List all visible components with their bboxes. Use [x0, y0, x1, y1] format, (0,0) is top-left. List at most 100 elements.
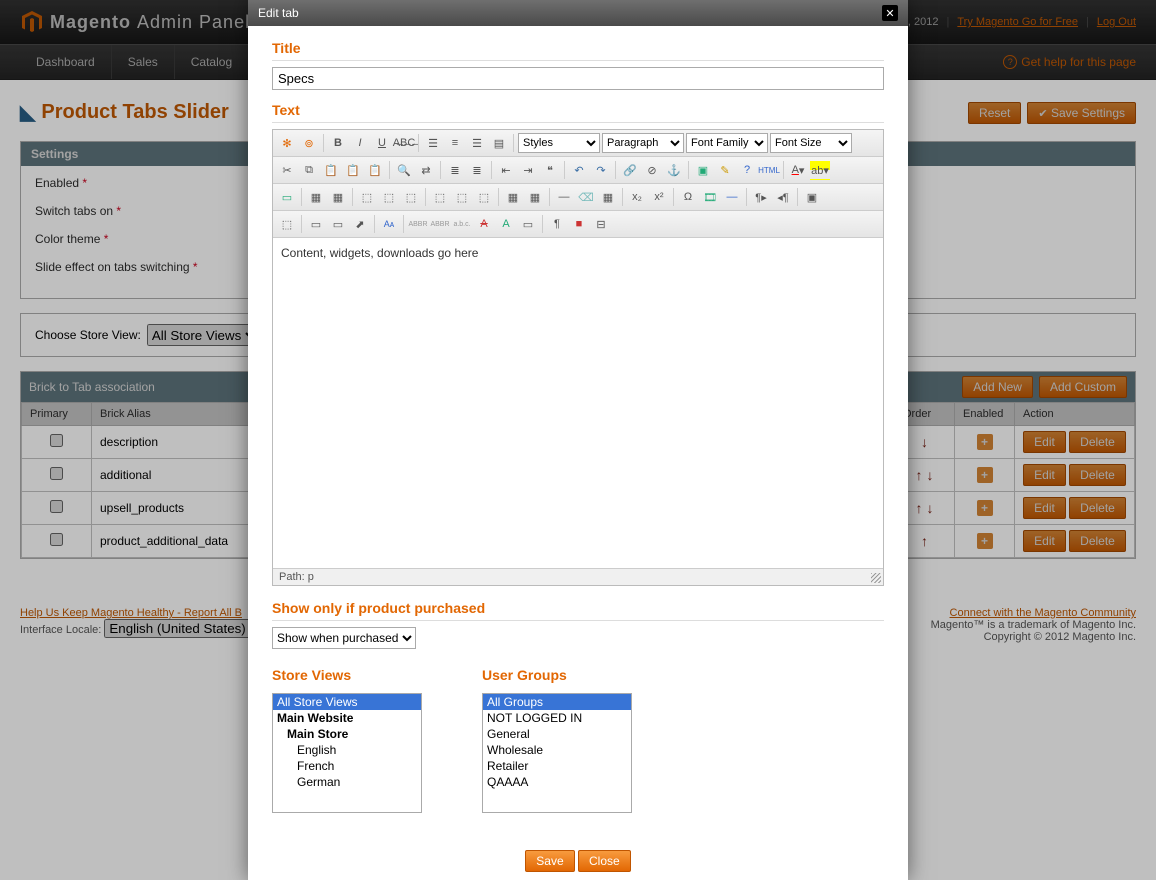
merge-cells-icon[interactable]: ▦	[503, 187, 523, 207]
subscript-icon[interactable]: x₂	[627, 187, 647, 207]
modal-save-button[interactable]: Save	[525, 850, 574, 872]
editor-path: Path: p	[273, 568, 883, 585]
editor-content[interactable]: Content, widgets, downloads go here	[273, 238, 883, 568]
visual-aid-icon[interactable]: ▦	[598, 187, 618, 207]
col-after-icon[interactable]: ⬚	[452, 187, 472, 207]
variable-icon[interactable]: ⊚	[299, 133, 319, 153]
align-left-icon[interactable]: ☰	[423, 133, 443, 153]
row-after-icon[interactable]: ⬚	[379, 187, 399, 207]
html-source-icon[interactable]: HTML	[759, 160, 779, 180]
anchor-icon[interactable]: ⚓	[664, 160, 684, 180]
close-icon[interactable]: ✕	[882, 5, 898, 21]
align-right-icon[interactable]: ☰	[467, 133, 487, 153]
acronym-icon[interactable]: a.b.c.	[452, 214, 472, 234]
list-item[interactable]: QAAAA	[483, 774, 631, 790]
outdent-icon[interactable]: ⇤	[496, 160, 516, 180]
forecolor-icon[interactable]: A▾	[788, 160, 808, 180]
widget-icon[interactable]: ✻	[277, 133, 297, 153]
redo-icon[interactable]: ↷	[591, 160, 611, 180]
col-delete-icon[interactable]: ⬚	[474, 187, 494, 207]
image-icon[interactable]: ▣	[693, 160, 713, 180]
blockquote-icon[interactable]: ❝	[540, 160, 560, 180]
list-item[interactable]: General	[483, 726, 631, 742]
replace-icon[interactable]: ⇄	[416, 160, 436, 180]
remove-format-icon[interactable]: ⌫	[576, 187, 596, 207]
abbr-icon[interactable]: ABBR	[430, 214, 450, 234]
fullscreen-icon[interactable]: ▣	[802, 187, 822, 207]
list-item[interactable]: Main Website	[273, 710, 421, 726]
font-size-select[interactable]: Font Size	[770, 133, 852, 153]
resize-grip-icon[interactable]	[871, 573, 881, 583]
layer-forward-icon[interactable]: ▭	[306, 214, 326, 234]
align-center-icon[interactable]: ≡	[445, 133, 465, 153]
unlink-icon[interactable]: ⊘	[642, 160, 662, 180]
attribs-icon[interactable]: ▭	[518, 214, 538, 234]
special-char-icon[interactable]: Ω	[678, 187, 698, 207]
backcolor-icon[interactable]: ab▾	[810, 160, 830, 180]
paste-icon[interactable]: 📋	[321, 160, 341, 180]
paste-text-icon[interactable]: 📋	[343, 160, 363, 180]
list-item[interactable]: All Groups	[483, 694, 631, 710]
list-item[interactable]: English	[273, 742, 421, 758]
number-list-icon[interactable]: ≣	[467, 160, 487, 180]
help-icon[interactable]: ?	[737, 160, 757, 180]
select-all-icon[interactable]: ⬚	[277, 214, 297, 234]
modal-title: Edit tab	[258, 6, 299, 20]
list-item[interactable]: Retailer	[483, 758, 631, 774]
layer-icon[interactable]: ▭	[277, 187, 297, 207]
layer-abs-icon[interactable]: ⬈	[350, 214, 370, 234]
cleanup-icon[interactable]: ✎	[715, 160, 735, 180]
visualchars-icon[interactable]: ¶	[547, 214, 567, 234]
find-icon[interactable]: 🔍	[394, 160, 414, 180]
styles-select[interactable]: Styles	[518, 133, 600, 153]
list-item[interactable]: Main Store	[273, 726, 421, 742]
split-cells-icon[interactable]: ▦	[525, 187, 545, 207]
layer-backward-icon[interactable]: ▭	[328, 214, 348, 234]
list-item[interactable]: NOT LOGGED IN	[483, 710, 631, 726]
list-item[interactable]: German	[273, 774, 421, 790]
row-before-icon[interactable]: ⬚	[357, 187, 377, 207]
cut-icon[interactable]: ✂	[277, 160, 297, 180]
align-justify-icon[interactable]: ▤	[489, 133, 509, 153]
toolbar-row-2: ✂ ⧉ 📋 📋 📋 🔍 ⇄ ≣ ≣ ⇤ ⇥ ❝ ↶ ↷ 🔗	[273, 157, 883, 184]
section-text: Text	[272, 102, 884, 123]
link-icon[interactable]: 🔗	[620, 160, 640, 180]
media-icon[interactable]: 🎞	[700, 187, 720, 207]
italic-icon[interactable]: I	[350, 133, 370, 153]
list-item[interactable]: All Store Views	[273, 694, 421, 710]
bullet-list-icon[interactable]: ≣	[445, 160, 465, 180]
ins-icon[interactable]: A	[496, 214, 516, 234]
pagebreak-icon[interactable]: ⊟	[591, 214, 611, 234]
list-item[interactable]: French	[273, 758, 421, 774]
undo-icon[interactable]: ↶	[569, 160, 589, 180]
purchased-select[interactable]: Show when purchased	[272, 627, 416, 649]
table-props-icon[interactable]: ▦	[328, 187, 348, 207]
modal-close-button[interactable]: Close	[578, 850, 631, 872]
section-user-groups: User Groups	[482, 667, 632, 687]
styleprops-icon[interactable]: Aᴀ	[379, 214, 399, 234]
ltr-icon[interactable]: ¶▸	[751, 187, 771, 207]
underline-icon[interactable]: U	[372, 133, 392, 153]
indent-icon[interactable]: ⇥	[518, 160, 538, 180]
bold-icon[interactable]: B	[328, 133, 348, 153]
font-family-select[interactable]: Font Family	[686, 133, 768, 153]
advhr-icon[interactable]: —	[722, 187, 742, 207]
table-icon[interactable]: ▦	[306, 187, 326, 207]
del-icon[interactable]: A	[474, 214, 494, 234]
section-store-views: Store Views	[272, 667, 422, 687]
copy-icon[interactable]: ⧉	[299, 160, 319, 180]
hr-icon[interactable]: —	[554, 187, 574, 207]
paste-word-icon[interactable]: 📋	[365, 160, 385, 180]
strikethrough-icon[interactable]: A̶B̶C̶	[394, 133, 414, 153]
col-before-icon[interactable]: ⬚	[430, 187, 450, 207]
user-groups-listbox[interactable]: All GroupsNOT LOGGED INGeneralWholesaleR…	[482, 693, 632, 813]
store-views-listbox[interactable]: All Store ViewsMain WebsiteMain StoreEng…	[272, 693, 422, 813]
list-item[interactable]: Wholesale	[483, 742, 631, 758]
row-delete-icon[interactable]: ⬚	[401, 187, 421, 207]
format-select[interactable]: Paragraph	[602, 133, 684, 153]
rtl-icon[interactable]: ◂¶	[773, 187, 793, 207]
superscript-icon[interactable]: x²	[649, 187, 669, 207]
tab-title-input[interactable]	[272, 67, 884, 90]
cite-icon[interactable]: ABBR	[408, 214, 428, 234]
nonbreaking-icon[interactable]: ■	[569, 214, 589, 234]
